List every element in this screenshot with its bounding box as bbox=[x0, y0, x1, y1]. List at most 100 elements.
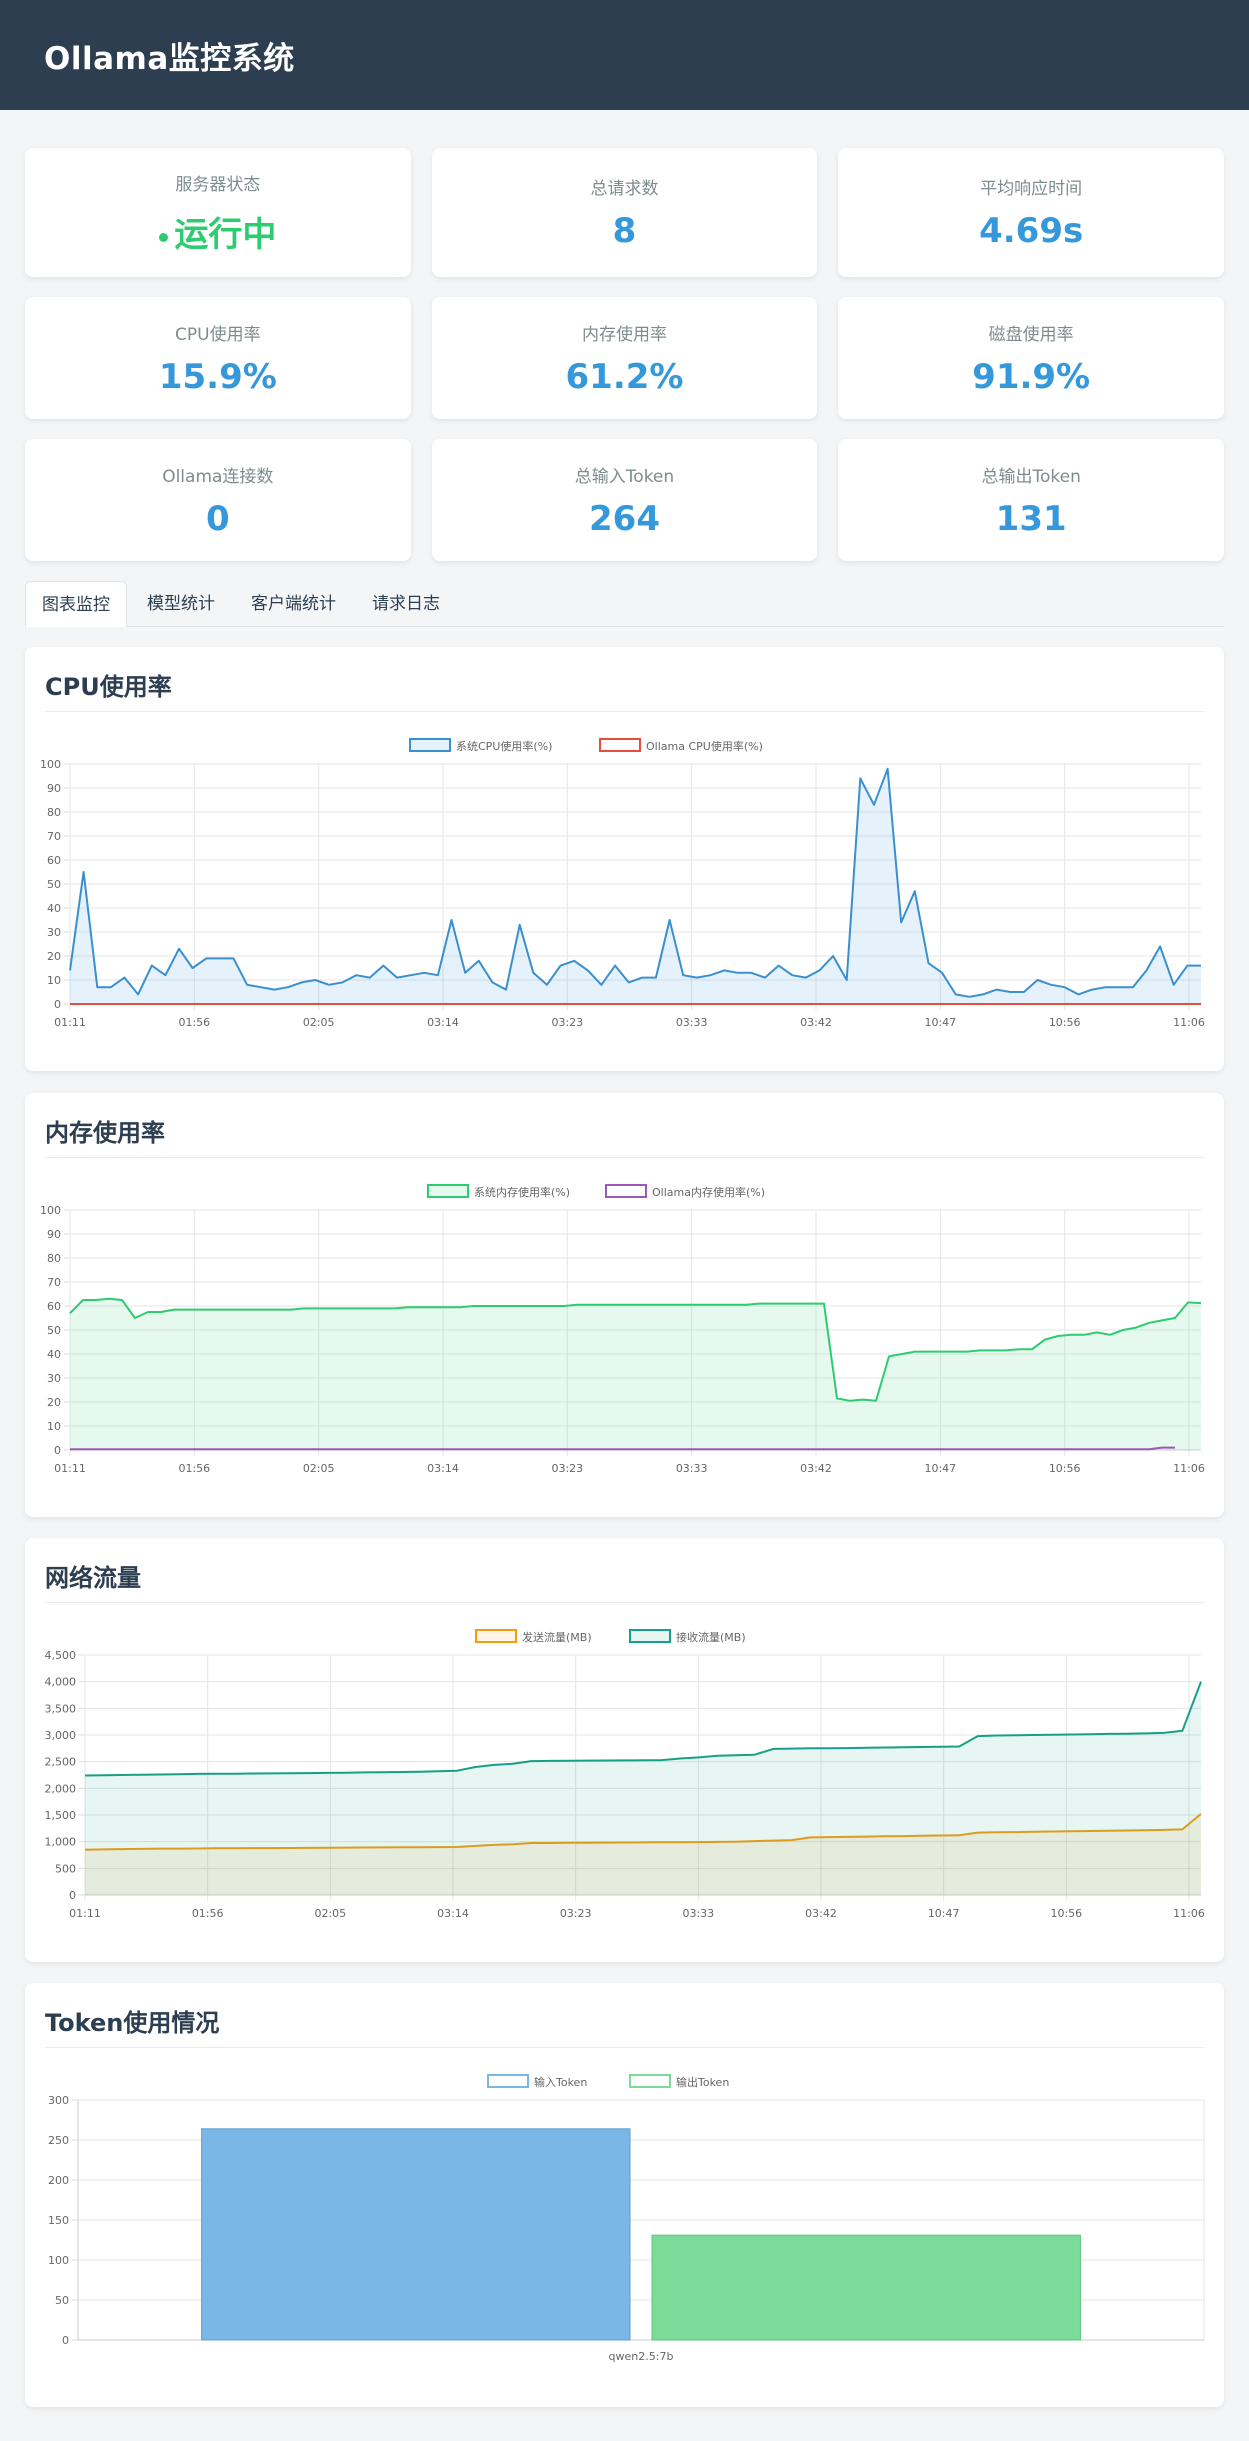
y-tick-label: 200 bbox=[48, 2174, 69, 2187]
x-tick-label: 10:47 bbox=[928, 1907, 960, 1920]
legend-swatch bbox=[629, 1629, 671, 1643]
x-tick-label: 02:05 bbox=[314, 1907, 346, 1920]
y-tick-label: 30 bbox=[47, 926, 61, 939]
series-area bbox=[85, 1681, 1201, 1895]
tab-request-log[interactable]: 请求日志 bbox=[356, 581, 456, 627]
legend-label: 输入Token bbox=[534, 2075, 587, 2089]
server-status-text: 运行中 bbox=[174, 214, 277, 255]
stats-row-2: CPU使用率 15.9% 内存使用率 61.2% 磁盘使用率 91.9% bbox=[25, 297, 1224, 419]
stat-label: 内存使用率 bbox=[581, 324, 667, 345]
stat-value: 131 bbox=[995, 498, 1067, 539]
x-tick-label: 10:56 bbox=[1049, 1016, 1081, 1029]
stat-value: 264 bbox=[589, 498, 660, 539]
y-tick-label: 1,500 bbox=[45, 1809, 77, 1822]
y-tick-label: 60 bbox=[47, 1300, 61, 1313]
x-tick-label: 02:05 bbox=[303, 1016, 335, 1029]
y-tick-label: 4,000 bbox=[45, 1676, 77, 1689]
y-tick-label: 100 bbox=[40, 1204, 61, 1217]
y-tick-label: 150 bbox=[48, 2214, 69, 2227]
stat-card-server-status: 服务器状态 运行中 bbox=[25, 148, 411, 277]
stat-label: 平均响应时间 bbox=[980, 179, 1083, 199]
stat-card-avg-response: 平均响应时间 4.69s bbox=[838, 148, 1224, 277]
x-tick-label: qwen2.5:7b bbox=[609, 2350, 674, 2363]
legend-swatch bbox=[475, 1629, 517, 1643]
x-tick-label: 11:06 bbox=[1173, 1907, 1205, 1920]
y-tick-label: 100 bbox=[48, 2254, 69, 2267]
legend-label: 输出Token bbox=[676, 2075, 729, 2089]
token-chart: 输入Token 输出Token 0 50 100 150 200 250 300 qwen2.5:… bbox=[48, 2074, 1205, 2363]
tab-client-stats[interactable]: 客户端统计 bbox=[235, 581, 352, 627]
stat-value: 15.9% bbox=[158, 356, 277, 397]
stat-card-output-token: 总输出Token 131 bbox=[838, 439, 1224, 561]
x-tick-label: 03:33 bbox=[676, 1462, 708, 1475]
tab-model-stats[interactable]: 模型统计 bbox=[131, 581, 231, 627]
stat-value: 61.2% bbox=[565, 356, 684, 397]
x-tick-label: 03:14 bbox=[427, 1462, 459, 1475]
y-tick-label: 3,000 bbox=[45, 1729, 77, 1742]
y-tick-label: 10 bbox=[47, 974, 61, 987]
x-tick-label: 11:06 bbox=[1173, 1016, 1205, 1029]
series-area bbox=[70, 1298, 1201, 1450]
stat-value: 91.9% bbox=[972, 356, 1091, 397]
stat-label: 总输入Token bbox=[574, 466, 675, 487]
y-tick-label: 60 bbox=[47, 854, 61, 867]
legend-label: 接收流量(MB) bbox=[676, 1630, 746, 1644]
stat-value: 运行中 bbox=[159, 207, 276, 256]
y-tick-label: 80 bbox=[47, 1252, 61, 1265]
y-tick-label: 250 bbox=[48, 2134, 69, 2147]
stat-card-disk: 磁盘使用率 91.9% bbox=[838, 297, 1224, 419]
bar-输入Token bbox=[201, 2128, 631, 2341]
stats-row-3: Ollama连接数 0 总输入Token 264 总输出Token 131 bbox=[25, 439, 1224, 561]
stat-label: CPU使用率 bbox=[175, 324, 261, 345]
legend-swatch bbox=[629, 2074, 671, 2088]
stat-card-input-token: 总输入Token 264 bbox=[431, 439, 818, 561]
x-tick-label: 10:47 bbox=[924, 1016, 956, 1029]
x-tick-label: 03:14 bbox=[437, 1907, 469, 1920]
y-tick-label: 1,000 bbox=[45, 1836, 77, 1849]
y-tick-label: 300 bbox=[48, 2094, 69, 2107]
y-tick-label: 40 bbox=[47, 902, 61, 915]
y-tick-label: 10 bbox=[47, 1420, 61, 1433]
stats-row-1: 服务器状态 运行中 总请求数 8 平均响应时间 4.69s bbox=[25, 148, 1224, 277]
y-tick-label: 90 bbox=[47, 782, 61, 795]
x-tick-label: 03:23 bbox=[551, 1462, 583, 1475]
x-tick-label: 03:42 bbox=[800, 1462, 832, 1475]
y-tick-label: 0 bbox=[62, 2334, 69, 2347]
legend-label: Ollama CPU使用率(%) bbox=[646, 739, 763, 753]
stat-card-cpu: CPU使用率 15.9% bbox=[25, 297, 411, 419]
y-tick-label: 50 bbox=[47, 1324, 61, 1337]
stat-value: 8 bbox=[612, 211, 637, 251]
legend-swatch bbox=[427, 1184, 469, 1198]
token-chart-panel: Token使用情况 输入Token 输出Token 0 50 100 150 200 250 3… bbox=[25, 1983, 1224, 2407]
stat-label: 总输出Token bbox=[981, 466, 1081, 487]
x-tick-label: 01:11 bbox=[54, 1016, 86, 1029]
x-tick-label: 01:56 bbox=[178, 1016, 210, 1029]
stat-label: 总请求数 bbox=[590, 179, 659, 199]
y-tick-label: 50 bbox=[47, 878, 61, 891]
x-tick-label: 02:05 bbox=[303, 1462, 335, 1475]
y-tick-label: 2,000 bbox=[45, 1782, 77, 1795]
x-tick-label: 01:56 bbox=[178, 1462, 210, 1475]
tab-chart-monitor[interactable]: 图表监控 bbox=[25, 581, 127, 627]
y-tick-label: 70 bbox=[47, 830, 61, 843]
app-title: Ollama监控系统 bbox=[44, 40, 295, 77]
legend-swatch bbox=[605, 1184, 647, 1198]
app-header: Ollama监控系统 bbox=[0, 0, 1249, 110]
y-tick-label: 0 bbox=[54, 1444, 61, 1457]
x-tick-label: 01:56 bbox=[192, 1907, 224, 1920]
x-tick-label: 10:56 bbox=[1049, 1462, 1081, 1475]
stat-value: 0 bbox=[205, 498, 230, 539]
network-chart: 发送流量(MB) 接收流量(MB) 0 500 1,000 1,500 2,000 2,500… bbox=[45, 1629, 1205, 1920]
y-tick-label: 4,500 bbox=[45, 1649, 77, 1662]
y-tick-label: 20 bbox=[47, 1396, 61, 1409]
legend-label: 系统内存使用率(%) bbox=[474, 1185, 570, 1199]
x-tick-label: 03:14 bbox=[427, 1016, 459, 1029]
legend-label: 发送流量(MB) bbox=[522, 1630, 592, 1644]
y-tick-label: 30 bbox=[47, 1372, 61, 1385]
stat-card-memory: 内存使用率 61.2% bbox=[431, 297, 818, 419]
stat-card-total-requests: 总请求数 8 bbox=[431, 148, 818, 277]
stat-label: 服务器状态 bbox=[175, 174, 261, 195]
network-chart-panel: 网络流量 发送流量(MB) 接收流量(MB) 0 500 1,000 1,500 2,000… bbox=[25, 1538, 1224, 1962]
x-tick-label: 10:56 bbox=[1050, 1907, 1082, 1920]
status-dot-icon bbox=[159, 232, 169, 242]
